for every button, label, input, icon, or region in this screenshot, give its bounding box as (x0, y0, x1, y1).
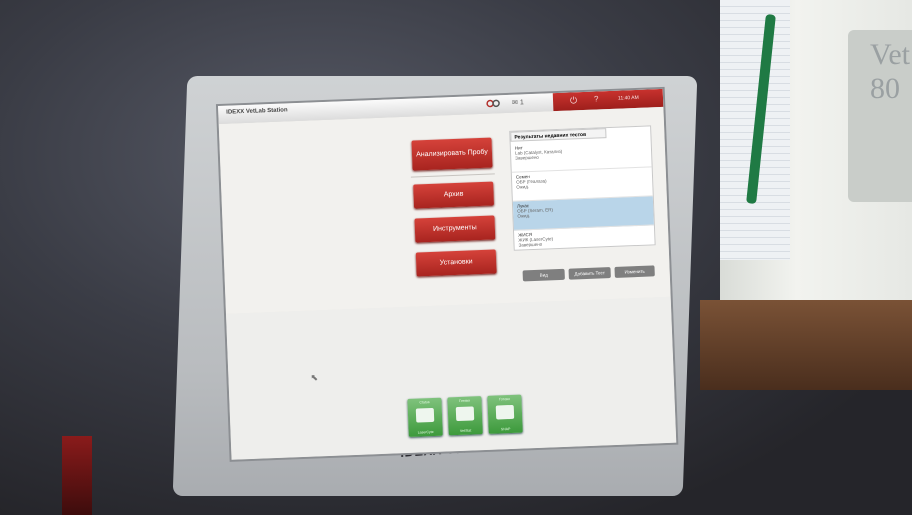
tile-label: VetStat (459, 428, 472, 433)
instrument-tile-lasercyte[interactable]: Сtatus LaserCyte (407, 397, 443, 437)
instrument-icon (415, 407, 435, 423)
analyze-sample-button[interactable]: Анализировать Пробу (411, 137, 493, 171)
archive-button[interactable]: Архив (413, 181, 495, 209)
instrument-dock: Сtatus LaserCyte Готово VetStat Готово S… (407, 394, 523, 439)
instrument-tile-vetstat[interactable]: Готово VetStat (447, 396, 483, 436)
clock: 11:40 AM (617, 94, 639, 102)
add-test-button[interactable]: Добавить Тест (568, 267, 611, 280)
messages-count: 1 (519, 99, 524, 107)
help-icon[interactable]: ? (594, 94, 599, 103)
power-icon[interactable]: ⏻ (570, 95, 578, 106)
connection-icon[interactable] (486, 98, 500, 109)
tile-status: Готово (498, 397, 510, 402)
analyzer-brand: Vet 80 (870, 38, 910, 105)
tile-label: SNAP (500, 427, 511, 432)
recent-results-panel: Результаты недавних тестов Нит Lab (Cata… (509, 125, 656, 251)
tile-status: Сtatus (419, 400, 430, 405)
divider (410, 173, 495, 178)
tools-button[interactable]: Инструменты (414, 215, 496, 243)
view-button[interactable]: Вид (522, 268, 565, 282)
wooden-shelf (700, 300, 912, 390)
edit-button[interactable]: Изменить (614, 265, 655, 278)
instrument-tile-snap[interactable]: Готово SNAP (487, 394, 523, 434)
instrument-icon (455, 406, 475, 422)
background-object (62, 436, 92, 515)
tile-status: Готово (459, 398, 470, 403)
messages-icon[interactable]: ✉ 1 (512, 98, 524, 106)
app-title: IDEXX VetLab Station (226, 107, 288, 116)
main-panel: Анализировать Пробу Архив Инструменты Ус… (218, 106, 671, 314)
lower-area: ⬉ Сtatus LaserCyte Готово VetStat Готово… (225, 296, 677, 460)
tile-label: LaserCyte (417, 429, 434, 435)
screen: IDEXX VetLab Station ✉ 1 ⏻ ? 11:40 AM Ан… (218, 88, 677, 460)
instrument-icon (495, 404, 515, 420)
result-item[interactable]: ЖИСЯ ЖИК (LaserCyte) Завершено (514, 225, 655, 259)
settings-button[interactable]: Установки (415, 249, 497, 277)
side-analyzer: Vet 80 (720, 0, 912, 325)
mouse-cursor-icon: ⬉ (310, 372, 319, 383)
